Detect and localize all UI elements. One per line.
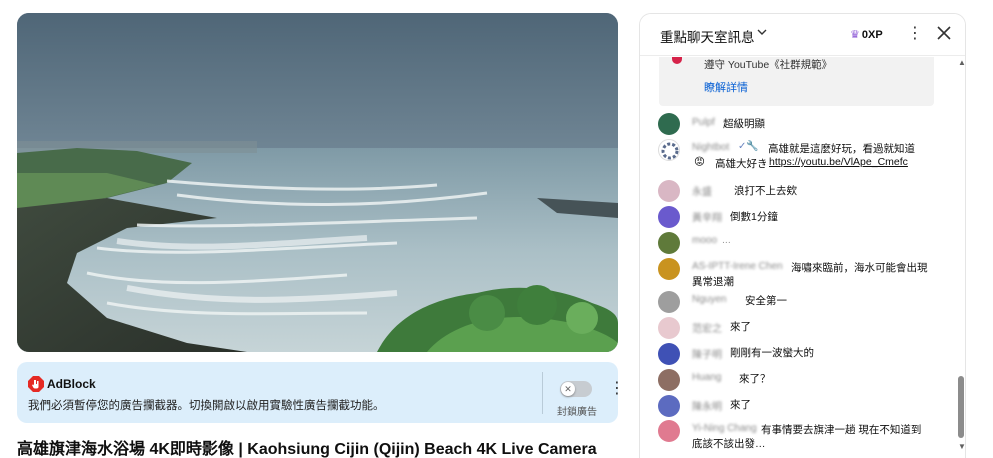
moderator-badge-icon: ✓🔧: [738, 141, 759, 152]
community-guidelines-notice: 遵守 YouTube《社群規範》 瞭解詳情: [659, 57, 934, 106]
avatar[interactable]: [658, 206, 680, 228]
nightbot-avatar-icon: [661, 142, 679, 160]
community-guidelines-text: 遵守 YouTube《社群規範》: [704, 59, 833, 71]
adblock-banner: AdBlock 我們必須暫停您的廣告攔截器。切換開啟以啟用實驗性廣告攔截功能。 …: [17, 362, 625, 423]
video-frame-beach-scene: [17, 13, 618, 352]
avatar[interactable]: [658, 420, 680, 442]
chat-author[interactable]: 陳子明: [692, 346, 722, 361]
live-chat-panel: 遵守 YouTube《社群規範》 瞭解詳情 Pulpf 超級明顯 Nightbo…: [639, 13, 966, 458]
avatar[interactable]: [658, 395, 680, 417]
adblock-brand: AdBlock: [47, 377, 96, 391]
chat-message-text: 有事情要去旗津一趟 現在不知道到: [761, 424, 922, 436]
avatar[interactable]: [658, 369, 680, 391]
chat-message-text: 來了？: [739, 373, 771, 385]
avatar[interactable]: [658, 291, 680, 313]
block-ads-label: 封鎖廣告: [557, 407, 597, 418]
chat-message-text-line2: 異常退潮: [692, 276, 734, 288]
chat-message-text: 安全第一: [745, 295, 787, 307]
chat-message-text: 海嘯來臨前，海水可能會出現: [791, 262, 928, 274]
chat-author[interactable]: Huang: [692, 372, 721, 383]
chat-scrollbar-thumb[interactable]: [958, 376, 964, 438]
chat-author[interactable]: 范宏之: [692, 320, 722, 335]
xp-label: 0XP: [861, 29, 883, 41]
chat-mode-selector[interactable]: 重點聊天室訊息: [660, 26, 755, 46]
block-ads-toggle[interactable]: ✕: [560, 381, 592, 397]
chat-author[interactable]: mooo: [692, 235, 717, 246]
chat-message-text-line2: 高雄大好き: [715, 158, 768, 170]
chat-message-text: 倒數1分鐘: [730, 211, 778, 223]
chat-author[interactable]: 永盛: [692, 183, 712, 198]
avatar[interactable]: [658, 343, 680, 365]
chat-author[interactable]: AS-IPTT-Irene Chen: [692, 261, 783, 272]
chat-author[interactable]: Nguyen: [692, 294, 726, 305]
avatar[interactable]: [658, 139, 680, 161]
xp-badge[interactable]: ♛ 0XP: [846, 26, 887, 44]
chevron-down-icon[interactable]: [756, 26, 768, 41]
adblock-divider: [542, 372, 543, 414]
chat-author[interactable]: Nightbot: [692, 142, 729, 153]
chat-message-text: ...: [722, 234, 731, 246]
chat-message-text: 來了: [730, 321, 751, 333]
avatar[interactable]: [658, 317, 680, 339]
chat-author[interactable]: Yi-Ning Chang: [692, 423, 757, 434]
chat-message-text: 剛剛有一波蠻大的: [730, 347, 814, 359]
scroll-up-icon[interactable]: ▲: [958, 58, 965, 67]
video-player[interactable]: [17, 13, 618, 352]
chat-author[interactable]: Pulpf: [692, 117, 715, 128]
emoji-icon: 😡: [694, 156, 705, 168]
avatar[interactable]: [658, 180, 680, 202]
chat-message-text: 浪打不上去欸: [734, 185, 797, 197]
toggle-off-icon: ✕: [561, 382, 575, 396]
chat-message-text-line2: 底該不該出發…: [692, 438, 766, 450]
chat-author[interactable]: 陳永明: [692, 398, 722, 413]
chat-header: 重點聊天室訊息 ♛ 0XP ⋮: [640, 14, 965, 56]
chat-author[interactable]: 黃辛翔: [692, 209, 722, 224]
avatar[interactable]: [658, 232, 680, 254]
close-icon[interactable]: [934, 23, 954, 43]
scroll-down-icon[interactable]: ▼: [958, 442, 965, 451]
video-title: 高雄旗津海水浴場 4K即時影像 | Kaohsiung Cijin (Qijin…: [17, 441, 597, 458]
learn-more-link[interactable]: 瞭解詳情: [704, 79, 748, 95]
adblock-more-options-icon[interactable]: ⋮: [609, 381, 625, 397]
chat-message-text: 超級明顯: [723, 118, 765, 130]
avatar[interactable]: [658, 113, 680, 135]
more-options-icon[interactable]: ⋮: [907, 25, 923, 43]
chat-message-text: 高雄就是這麼好玩，看過就知道: [768, 143, 915, 155]
adblock-message: 我們必須暫停您的廣告攔截器。切換開啟以啟用實驗性廣告攔截功能。: [28, 400, 385, 412]
adblock-logo-icon: [28, 376, 44, 392]
chat-message-link[interactable]: https://youtu.be/VlApe_Cmefc: [769, 156, 908, 168]
chat-message-text: 來了: [730, 399, 751, 411]
avatar[interactable]: [658, 258, 680, 280]
youtube-logo-icon: [672, 57, 682, 64]
crown-icon: ♛: [850, 29, 860, 41]
